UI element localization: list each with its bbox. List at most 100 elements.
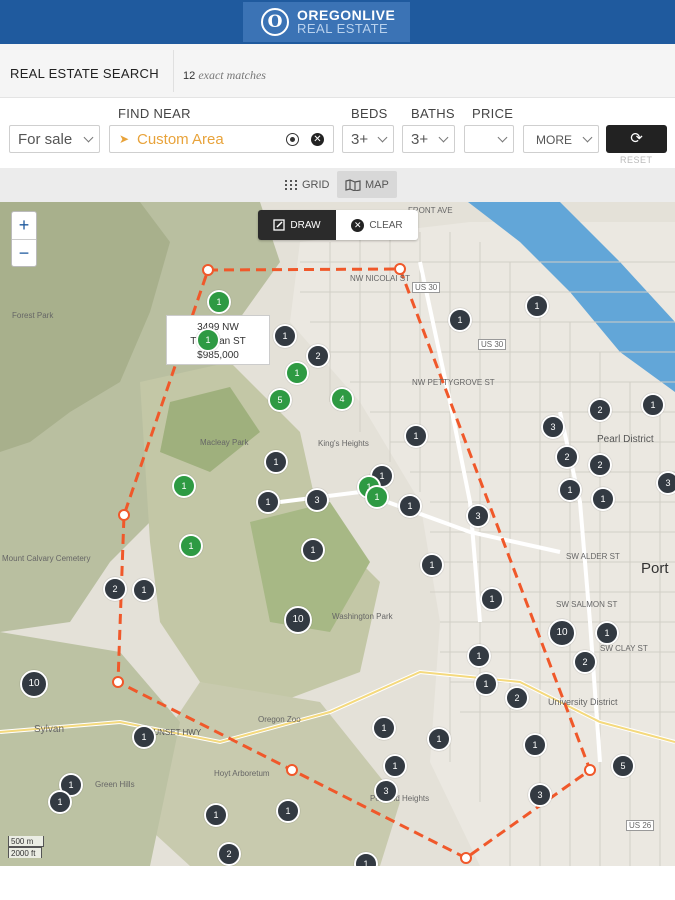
logo-mark-icon: O xyxy=(261,8,289,36)
listing-marker[interactable]: 5 xyxy=(611,754,635,778)
divider xyxy=(173,50,174,92)
listing-marker[interactable]: 1 xyxy=(264,450,288,474)
listing-marker[interactable]: 1 xyxy=(132,725,156,749)
listing-marker[interactable]: 10 xyxy=(284,606,312,634)
listing-marker[interactable]: 1 xyxy=(523,733,547,757)
match-count: 12 exact matches xyxy=(183,68,266,83)
baths-select[interactable]: 3+ xyxy=(402,125,455,153)
map-canvas[interactable]: Forest Park Macleay Park King's Heights … xyxy=(0,202,675,866)
listing-marker[interactable]: 2 xyxy=(505,686,529,710)
listing-marker[interactable]: 1 xyxy=(558,478,582,502)
listing-marker[interactable]: 2 xyxy=(555,445,579,469)
listing-marker[interactable]: 1 xyxy=(273,324,297,348)
listing-marker[interactable]: 10 xyxy=(548,619,576,647)
reset-link[interactable]: RESET xyxy=(620,155,653,165)
label-us26: US 26 xyxy=(626,820,655,831)
listing-marker[interactable]: 1 xyxy=(172,474,196,498)
location-arrow-icon: ➤ xyxy=(119,132,130,146)
listing-marker[interactable]: 3 xyxy=(305,488,329,512)
listing-marker[interactable]: 1 xyxy=(132,578,156,602)
listing-marker[interactable]: 1 xyxy=(301,538,325,562)
map-basemap xyxy=(0,202,675,866)
listing-marker[interactable]: 1 xyxy=(404,424,428,448)
listing-marker[interactable]: 3 xyxy=(466,504,490,528)
listing-marker[interactable]: 3 xyxy=(528,783,552,807)
label-pearl-district: Pearl District xyxy=(597,434,654,445)
listing-marker[interactable]: 1 xyxy=(372,716,396,740)
clear-button[interactable]: ✕ CLEAR xyxy=(336,210,418,240)
filter-bar: For sale FIND NEAR ➤ Custom Area ✕ BEDS … xyxy=(0,98,675,168)
map-icon xyxy=(345,178,361,191)
listing-marker[interactable]: 5 xyxy=(268,388,292,412)
location-value: Custom Area xyxy=(137,131,224,148)
listing-marker[interactable]: 2 xyxy=(103,577,127,601)
label-washington-park: Washington Park xyxy=(332,612,393,621)
listing-marker[interactable]: 1 xyxy=(365,485,389,509)
gps-target-icon[interactable] xyxy=(286,133,299,146)
label-pettygrove: NW PETTYGROVE ST xyxy=(412,378,495,387)
search-title-bar: REAL ESTATE SEARCH 12 exact matches xyxy=(0,44,675,98)
zoom-out-button[interactable]: − xyxy=(12,239,36,266)
label-us30-a: US 30 xyxy=(412,282,441,293)
listing-marker[interactable]: 1 xyxy=(207,290,231,314)
map-scale: 500 m 2000 ft xyxy=(8,836,44,858)
more-filters-button[interactable]: MORE xyxy=(523,125,599,153)
clear-location-icon[interactable]: ✕ xyxy=(311,133,324,146)
zoom-in-button[interactable]: + xyxy=(12,212,36,239)
page-title: REAL ESTATE SEARCH xyxy=(10,66,159,81)
label-kings-heights: King's Heights xyxy=(318,439,369,448)
listing-marker[interactable]: 1 xyxy=(427,727,451,751)
scale-metric: 500 m xyxy=(8,836,44,847)
listing-type-value: For sale xyxy=(18,130,73,148)
price-label: PRICE xyxy=(472,106,514,121)
listing-marker[interactable]: 1 xyxy=(196,328,220,352)
listing-marker[interactable]: 1 xyxy=(467,644,491,668)
listing-marker[interactable]: 2 xyxy=(573,650,597,674)
logo-line2: REAL ESTATE xyxy=(297,21,389,36)
listing-marker[interactable]: 1 xyxy=(256,490,280,514)
listing-marker[interactable]: 3 xyxy=(656,471,675,495)
listing-marker[interactable]: 1 xyxy=(525,294,549,318)
label-university-district: University District xyxy=(548,697,618,707)
location-input[interactable]: ➤ Custom Area ✕ xyxy=(109,125,334,153)
listing-marker[interactable]: 1 xyxy=(383,754,407,778)
listing-marker[interactable]: 1 xyxy=(204,803,228,827)
listing-marker[interactable]: 2 xyxy=(588,453,612,477)
listing-marker[interactable]: 1 xyxy=(398,494,422,518)
grid-view-button[interactable]: GRID xyxy=(276,171,338,198)
more-label: MORE xyxy=(536,133,572,147)
price-select[interactable] xyxy=(464,125,514,153)
listing-marker[interactable]: 2 xyxy=(588,398,612,422)
listing-marker[interactable]: 1 xyxy=(48,790,72,814)
beds-select[interactable]: 3+ xyxy=(342,125,394,153)
listing-marker[interactable]: 1 xyxy=(420,553,444,577)
listing-marker[interactable]: 1 xyxy=(641,393,665,417)
listing-marker[interactable]: 2 xyxy=(217,842,241,866)
listing-marker[interactable]: 1 xyxy=(448,308,472,332)
chevron-down-icon xyxy=(582,132,593,143)
listing-marker[interactable]: 1 xyxy=(480,587,504,611)
label-oregon-zoo: Oregon Zoo xyxy=(258,715,301,724)
listing-marker[interactable]: 1 xyxy=(285,361,309,385)
listing-marker[interactable]: 3 xyxy=(374,779,398,803)
listing-marker[interactable]: 10 xyxy=(20,670,48,698)
refresh-search-button[interactable]: ⟳ xyxy=(606,125,667,153)
grid-icon xyxy=(285,179,297,190)
listing-marker[interactable]: 1 xyxy=(276,799,300,823)
map-view-button[interactable]: MAP xyxy=(337,171,397,198)
scale-imperial: 2000 ft xyxy=(8,847,42,858)
listing-marker[interactable]: 3 xyxy=(541,415,565,439)
label-nicolai: NW NICOLAI ST xyxy=(350,274,411,283)
match-count-number: 12 xyxy=(183,70,196,82)
listing-marker[interactable]: 1 xyxy=(179,534,203,558)
listing-marker[interactable]: 1 xyxy=(474,672,498,696)
logo-text: OREGONLIVE REAL ESTATE xyxy=(297,8,395,36)
listing-marker[interactable]: 4 xyxy=(330,387,354,411)
draw-button[interactable]: DRAW xyxy=(258,210,336,240)
oregonlive-logo[interactable]: O OREGONLIVE REAL ESTATE xyxy=(243,2,410,42)
listing-marker[interactable]: 2 xyxy=(306,344,330,368)
draw-label: DRAW xyxy=(290,219,321,231)
listing-type-select[interactable]: For sale xyxy=(9,125,100,153)
listing-marker[interactable]: 1 xyxy=(595,621,619,645)
listing-marker[interactable]: 1 xyxy=(591,487,615,511)
